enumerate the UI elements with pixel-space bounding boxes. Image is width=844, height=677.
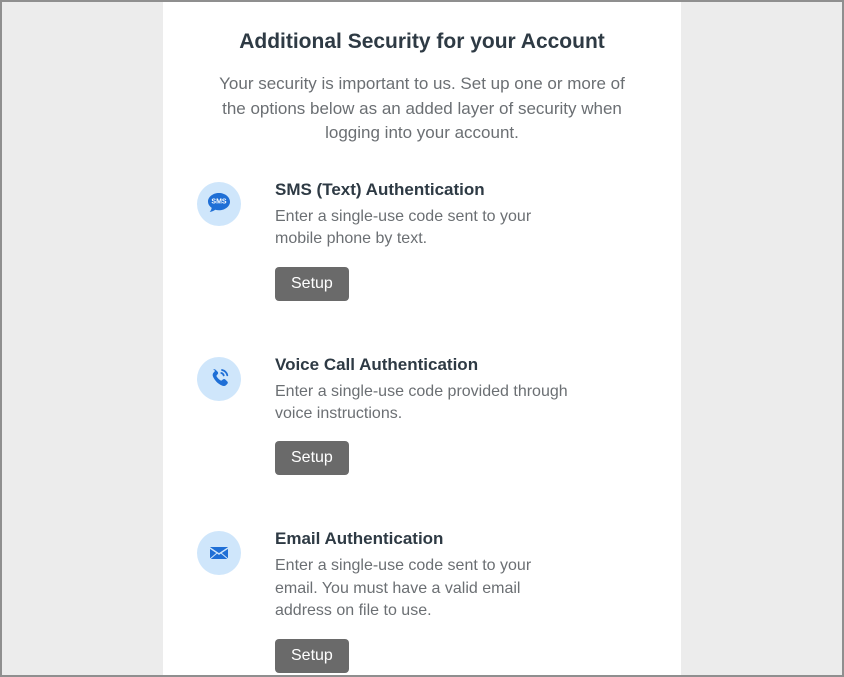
setup-sms-button[interactable]: Setup xyxy=(275,267,349,301)
page-title: Additional Security for your Account xyxy=(193,30,651,54)
security-card: Additional Security for your Account You… xyxy=(163,2,681,675)
option-sms: SMS SMS (Text) Authentication Enter a si… xyxy=(193,180,651,301)
svg-text:SMS: SMS xyxy=(211,198,227,205)
phone-icon xyxy=(197,357,241,401)
setup-voice-button[interactable]: Setup xyxy=(275,441,349,475)
page-subtitle: Your security is important to us. Set up… xyxy=(212,72,632,146)
option-voice-desc: Enter a single-use code provided through… xyxy=(275,381,575,426)
option-sms-desc: Enter a single-use code sent to your mob… xyxy=(275,206,575,251)
option-voice: Voice Call Authentication Enter a single… xyxy=(193,355,651,476)
option-email-body: Email Authentication Enter a single-use … xyxy=(275,529,575,672)
setup-email-button[interactable]: Setup xyxy=(275,639,349,673)
option-voice-body: Voice Call Authentication Enter a single… xyxy=(275,355,575,476)
option-sms-title: SMS (Text) Authentication xyxy=(275,180,575,200)
sms-icon: SMS xyxy=(197,182,241,226)
left-gutter xyxy=(2,2,163,675)
option-sms-body: SMS (Text) Authentication Enter a single… xyxy=(275,180,575,301)
option-email: Email Authentication Enter a single-use … xyxy=(193,529,651,672)
right-gutter xyxy=(681,2,842,675)
option-voice-title: Voice Call Authentication xyxy=(275,355,575,375)
option-email-desc: Enter a single-use code sent to your ema… xyxy=(275,555,575,622)
app-frame: Additional Security for your Account You… xyxy=(0,0,844,677)
email-icon xyxy=(197,531,241,575)
option-email-title: Email Authentication xyxy=(275,529,575,549)
